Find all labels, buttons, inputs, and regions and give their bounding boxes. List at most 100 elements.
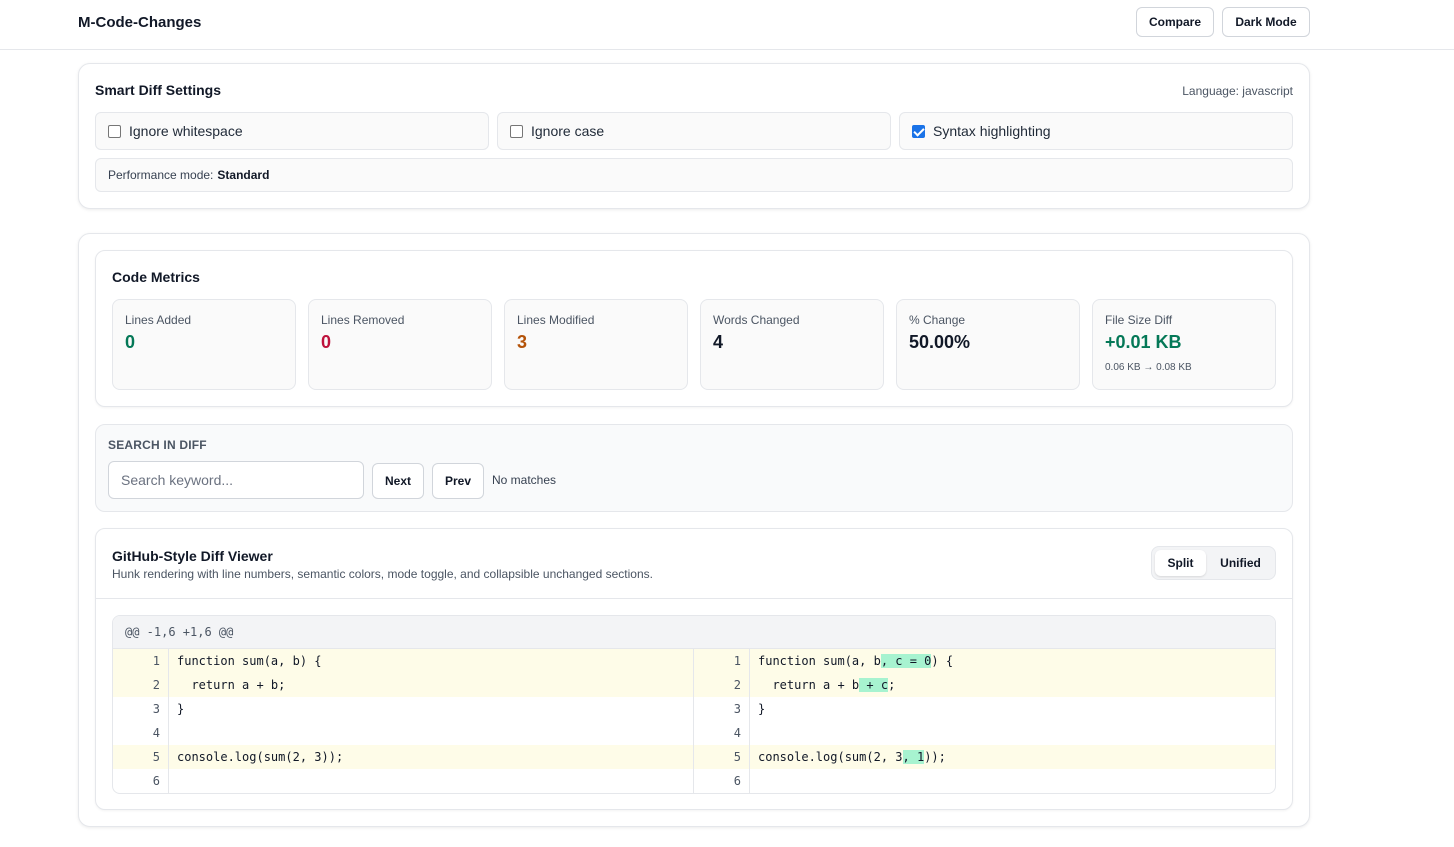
metric-label: Words Changed [713, 313, 800, 327]
line-code [169, 721, 177, 745]
metric-value: +0.01 KB [1105, 332, 1182, 352]
ignore-case-label: Ignore case [531, 123, 605, 139]
code-text: return a + b; [177, 678, 286, 692]
compare-button[interactable]: Compare [1136, 7, 1214, 37]
main-diff-card: Code Metrics Lines Added 0 Lines Removed… [78, 233, 1310, 827]
line-number: 5 [113, 745, 169, 769]
line-code [750, 769, 758, 793]
metric-subtext: 0.06 KB → 0.08 KB [1105, 362, 1192, 373]
metric-lines-added: Lines Added 0 [112, 299, 296, 390]
diff-viewer-panel: GitHub-Style Diff Viewer Hunk rendering … [95, 528, 1293, 810]
metric-value: 0 [125, 332, 136, 352]
right-diff-line: 4 [694, 721, 1275, 745]
metric-label: File Size Diff [1105, 313, 1173, 327]
syntax-highlighting-checkbox[interactable] [912, 124, 925, 138]
code-metrics-panel: Code Metrics Lines Added 0 Lines Removed… [95, 250, 1293, 407]
code-text: function sum(a, b) { [177, 654, 322, 668]
ignore-whitespace-checkbox[interactable] [108, 124, 121, 138]
metric-value: 4 [713, 332, 724, 352]
line-code: return a + b + c; [750, 673, 895, 697]
metrics-title: Code Metrics [112, 269, 200, 285]
settings-title: Smart Diff Settings [95, 82, 222, 98]
left-diff-line: 2 return a + b; [113, 673, 693, 697]
line-code: } [750, 697, 765, 721]
metric-percent-change: % Change 50.00% [896, 299, 1080, 390]
code-text: function sum(a, b [758, 654, 881, 668]
left-diff-line: 5 console.log(sum(2, 3)); [113, 745, 693, 769]
left-diff-line: 1 function sum(a, b) { [113, 649, 693, 673]
metric-lines-removed: Lines Removed 0 [308, 299, 492, 390]
inserted-text: , 1 [902, 750, 925, 764]
syntax-highlighting-label: Syntax highlighting [933, 123, 1051, 139]
inserted-text: + c [859, 678, 889, 692]
search-input[interactable] [108, 461, 364, 499]
dark-mode-button[interactable]: Dark Mode [1222, 7, 1310, 37]
line-code: } [169, 697, 184, 721]
right-diff-line: 1 function sum(a, b, c = 0) { [694, 649, 1275, 673]
line-number: 4 [694, 721, 750, 745]
diff-viewer-description: Hunk rendering with line numbers, semant… [112, 567, 653, 581]
line-code: return a + b; [169, 673, 285, 697]
line-code [169, 769, 177, 793]
line-number: 6 [694, 769, 750, 793]
line-number: 4 [113, 721, 169, 745]
search-title: SEARCH IN DIFF [108, 438, 207, 452]
performance-mode-label: Performance mode: [108, 168, 214, 182]
line-number: 2 [694, 673, 750, 697]
diff-viewer-title: GitHub-Style Diff Viewer [112, 548, 273, 564]
metric-lines-modified: Lines Modified 3 [504, 299, 688, 390]
code-text: ) { [931, 654, 954, 668]
line-code: function sum(a, b, c = 0) { [750, 649, 953, 673]
language-label: Language: javascript [1182, 84, 1293, 98]
ignore-case-checkbox[interactable] [510, 124, 523, 138]
search-status: No matches [492, 473, 557, 487]
code-text: return a + b [758, 678, 860, 692]
view-mode-toggle: Split Unified [1151, 546, 1276, 580]
ignore-whitespace-option[interactable]: Ignore whitespace [95, 112, 489, 150]
top-bar: M-Code-Changes Compare Dark Mode [0, 0, 1454, 50]
right-diff-line: 2 return a + b + c; [694, 673, 1275, 697]
diff-left-pane: 1 function sum(a, b) {2 return a + b; 3} 4 5… [113, 649, 694, 793]
metric-label: Lines Added [125, 313, 192, 327]
code-text: )); [924, 750, 946, 764]
metric-value: 50.00% [909, 332, 971, 352]
line-number: 3 [113, 697, 169, 721]
line-code: function sum(a, b) { [169, 649, 322, 673]
left-diff-line: 6 [113, 769, 693, 793]
performance-mode: Performance mode: Standard [95, 158, 1293, 192]
ignore-whitespace-label: Ignore whitespace [129, 123, 243, 139]
prev-match-button[interactable]: Prev [432, 463, 484, 499]
unified-mode-button[interactable]: Unified [1209, 550, 1272, 576]
metric-value: 3 [517, 332, 528, 352]
code-text: console.log(sum(2, 3 [758, 750, 903, 764]
metric-words-changed: Words Changed 4 [700, 299, 884, 390]
diff-right-pane: 1 function sum(a, b, c = 0) {2 return a +… [694, 649, 1275, 793]
line-number: 1 [694, 649, 750, 673]
ignore-case-option[interactable]: Ignore case [497, 112, 891, 150]
performance-mode-value: Standard [217, 168, 270, 182]
code-text: } [177, 702, 185, 716]
right-diff-line: 6 [694, 769, 1275, 793]
hunk-header: @@ -1,6 +1,6 @@ [113, 616, 1275, 649]
code-text: } [758, 702, 766, 716]
app-title: M-Code-Changes [78, 14, 202, 31]
metric-file-size-diff: File Size Diff +0.01 KB 0.06 KB → 0.08 K… [1092, 299, 1276, 390]
code-text: console.log(sum(2, 3)); [177, 750, 344, 764]
line-number: 5 [694, 745, 750, 769]
right-diff-line: 3} [694, 697, 1275, 721]
line-code [750, 721, 758, 745]
search-panel: SEARCH IN DIFF Next Prev No matches [95, 424, 1293, 512]
split-mode-button[interactable]: Split [1155, 550, 1206, 576]
smart-diff-settings-card: Smart Diff Settings Language: javascript… [78, 63, 1310, 209]
next-match-button[interactable]: Next [372, 463, 424, 499]
left-diff-line: 3} [113, 697, 693, 721]
line-code: console.log(sum(2, 3, 1)); [750, 745, 946, 769]
line-number: 2 [113, 673, 169, 697]
code-text: ; [888, 678, 896, 692]
diff-hunk: @@ -1,6 +1,6 @@ 1 function sum(a, b) {2 r… [112, 615, 1276, 794]
line-number: 1 [113, 649, 169, 673]
right-diff-line: 5 console.log(sum(2, 3, 1)); [694, 745, 1275, 769]
syntax-highlighting-option[interactable]: Syntax highlighting [899, 112, 1293, 150]
metric-value: 0 [321, 332, 332, 352]
metric-label: % Change [909, 313, 966, 327]
